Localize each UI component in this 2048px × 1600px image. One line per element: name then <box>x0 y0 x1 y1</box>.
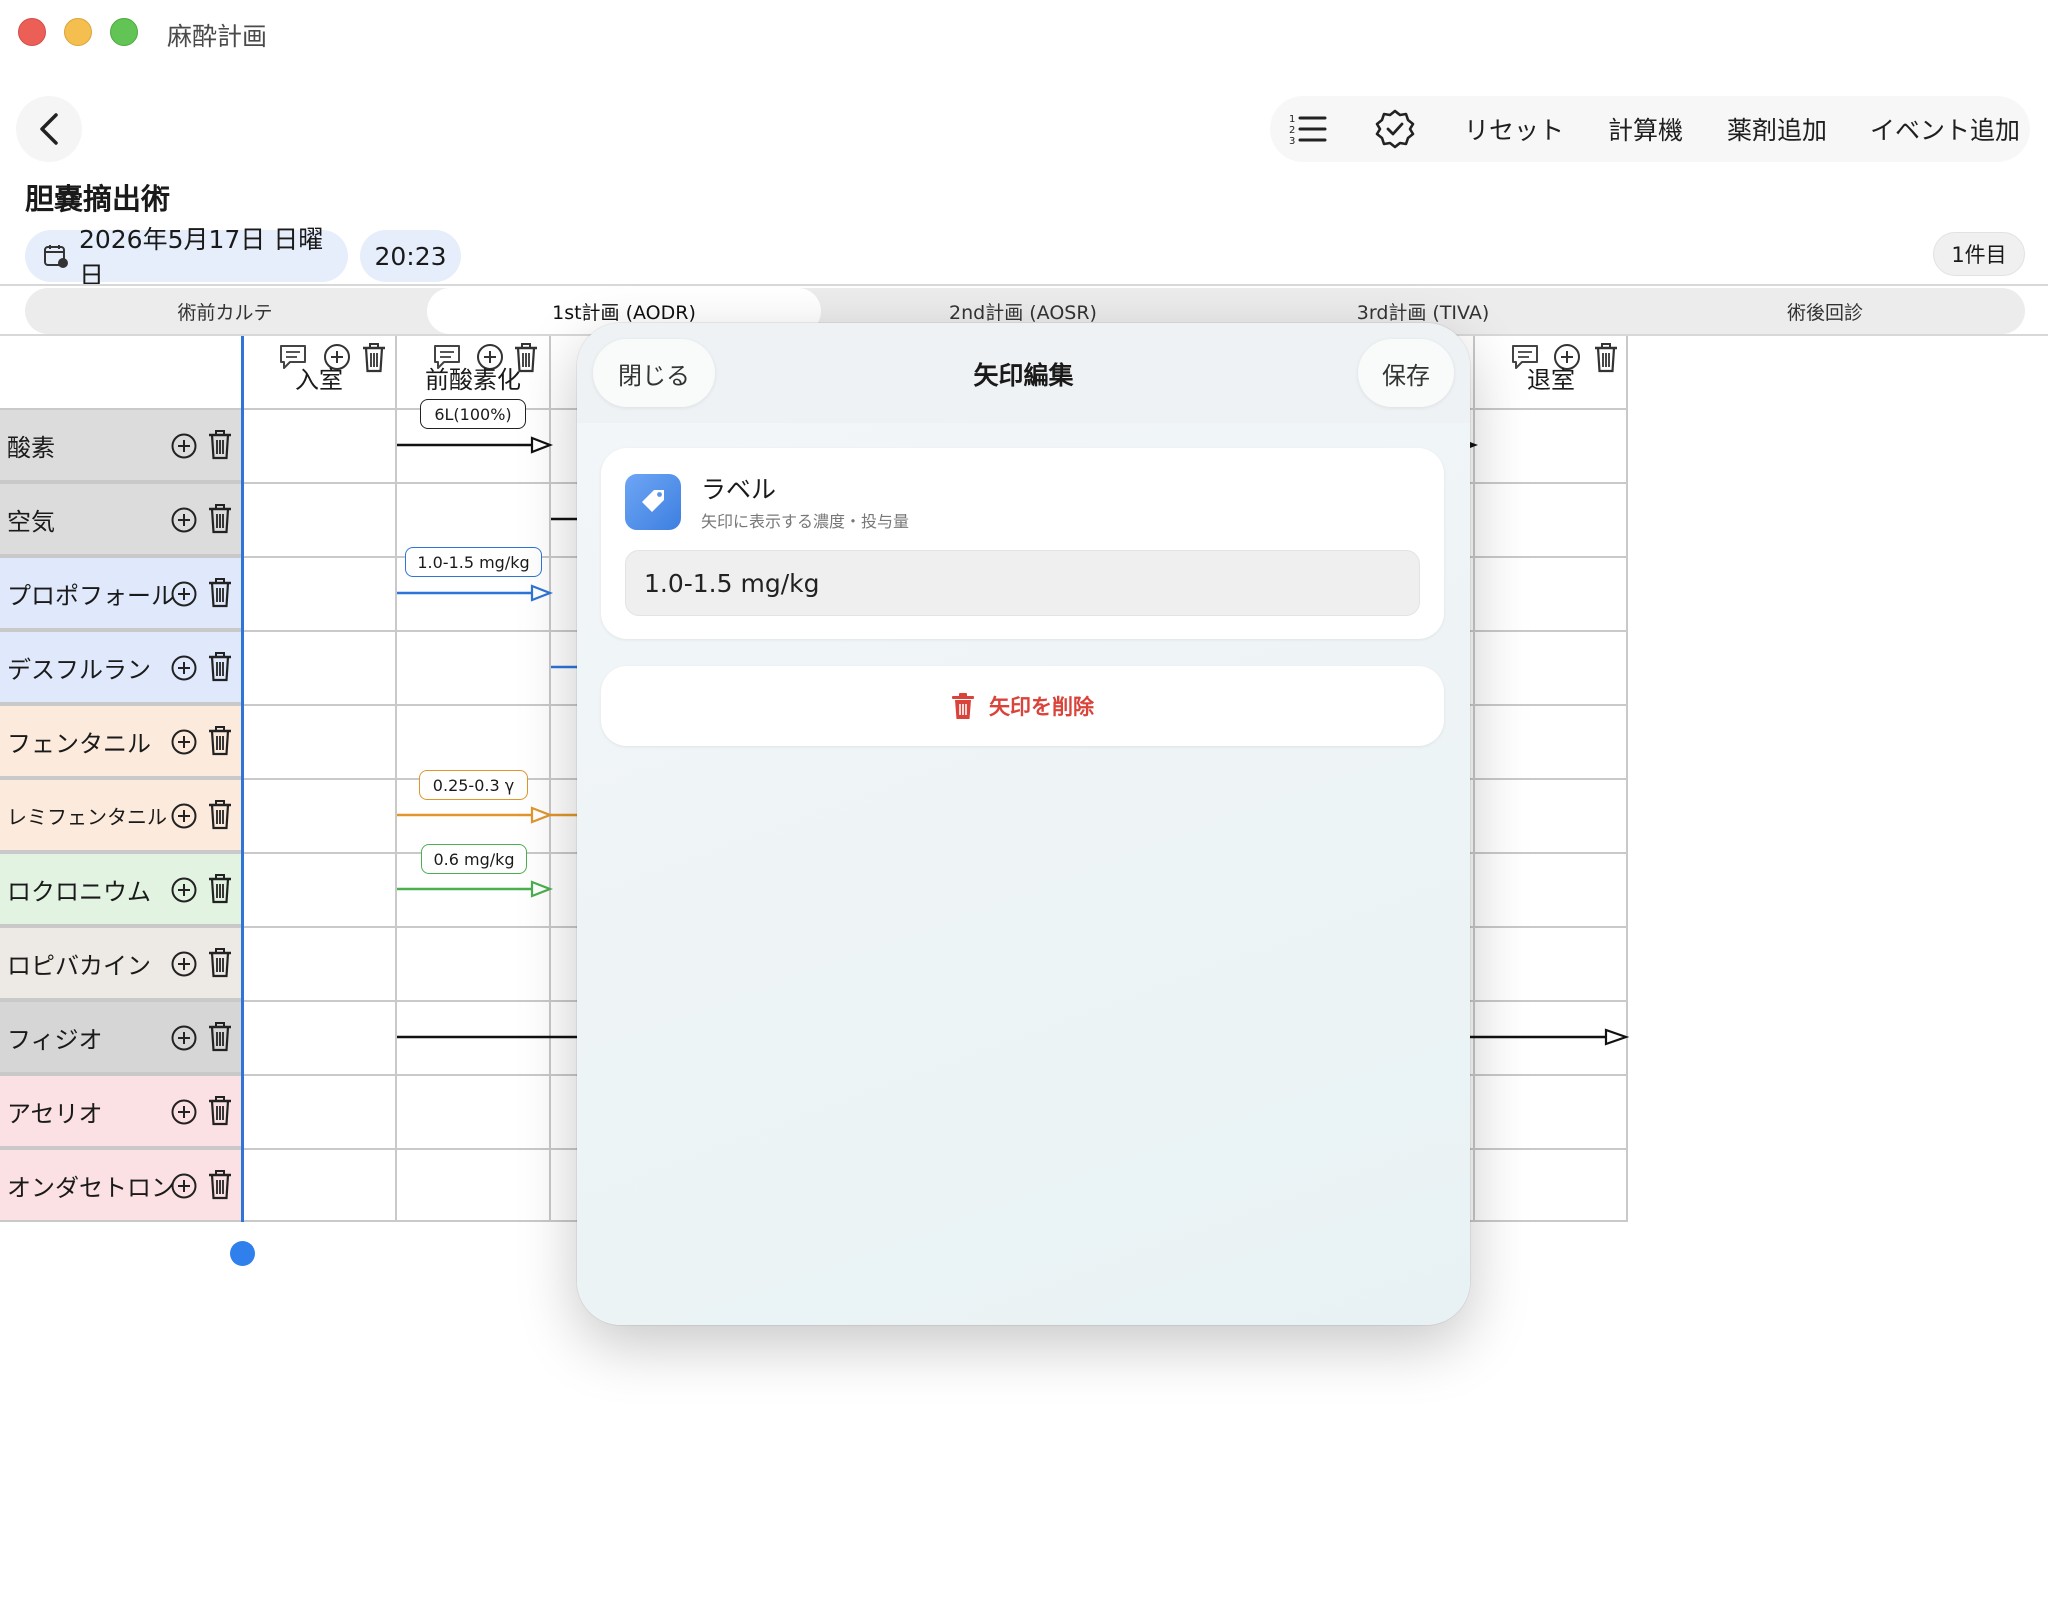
oxygen-arrow[interactable] <box>397 436 554 454</box>
remifentanil-arrow-label[interactable]: 0.25-0.3 γ <box>419 770 528 800</box>
modal-header: 閉じる 矢印編集 保存 <box>577 323 1470 423</box>
propofol-arrow[interactable] <box>397 584 554 602</box>
oxygen-arrow-label[interactable]: 6L(100%) <box>420 399 526 429</box>
rocuronium-arrow-label[interactable]: 0.6 mg/kg <box>421 844 527 874</box>
rocuronium-arrow[interactable] <box>397 880 554 898</box>
remifentanil-arrow[interactable] <box>397 806 577 824</box>
label-subtitle: 矢印に表示する濃度・投与量 <box>701 512 910 531</box>
delete-arrow-button[interactable]: 矢印を削除 <box>601 666 1444 746</box>
oxygen-arrow-tail <box>1470 442 1478 448</box>
trash-icon <box>952 693 974 719</box>
propofol-arrow-label[interactable]: 1.0-1.5 mg/kg <box>405 547 542 577</box>
save-button[interactable]: 保存 <box>1358 339 1454 407</box>
tag-icon <box>625 474 681 530</box>
label-title: ラベル <box>701 475 777 504</box>
label-input[interactable] <box>625 550 1420 616</box>
modal-title: 矢印編集 <box>973 361 1074 390</box>
label-card: ラベル 矢印に表示する濃度・投与量 <box>601 448 1444 639</box>
arrow-edit-modal: 閉じる 矢印編集 保存 ラベル 矢印に表示する濃度・投与量 矢印を削除 <box>577 323 1470 1325</box>
delete-arrow-label: 矢印を削除 <box>989 695 1094 719</box>
